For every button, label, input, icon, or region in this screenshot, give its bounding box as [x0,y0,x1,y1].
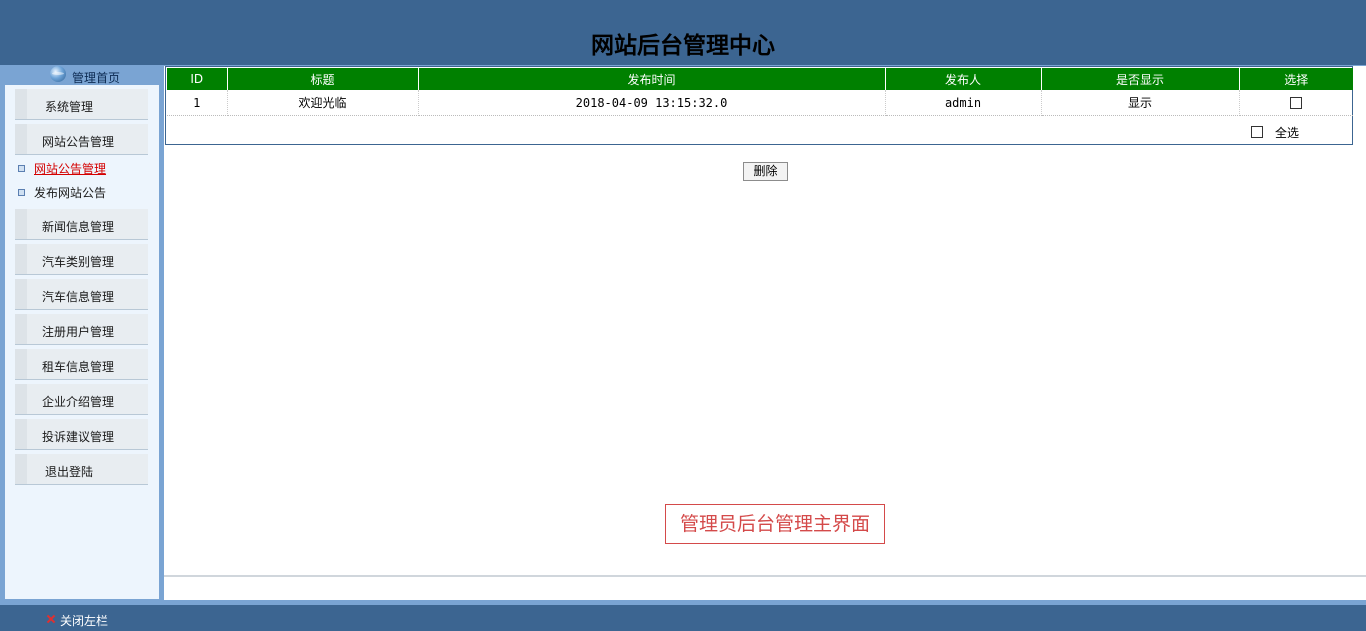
sidebar-home-link[interactable]: 管理首页 [0,65,164,85]
table-row: 1 欢迎光临 2018-04-09 13:15:32.0 admin 显示 [167,90,1353,116]
column-header-display: 是否显示 [1041,68,1240,90]
bullet-icon [18,189,25,196]
page-title: 网站后台管理中心 [591,33,775,59]
announcement-table-container: ID 标题 发布时间 发布人 是否显示 选择 1 欢迎光临 2018-04-09… [165,66,1353,145]
select-all: 全选 [1251,124,1299,141]
sidebar-item-label: 新闻信息管理 [42,220,115,234]
sidebar-item-label: 退出登陆 [45,465,94,479]
sidebar-item-label: 投诉建议管理 [42,430,115,444]
sidebar-item-car-categories[interactable]: 汽车类别管理 [15,244,148,275]
cell-display: 显示 [1041,90,1240,116]
cell-publisher: admin [885,90,1042,116]
sidebar-home-label: 管理首页 [72,71,121,85]
close-sidebar-link[interactable]: 关闭左栏 [60,612,108,629]
globe-icon [50,66,66,82]
cell-select [1239,90,1353,116]
sidebar-item-label: 注册用户管理 [42,325,115,339]
column-header-title: 标题 [227,68,419,90]
divider [164,575,1366,577]
subitem-publish-announcement[interactable]: 发布网站公告 [18,184,106,201]
select-all-label: 全选 [1275,126,1300,140]
sidebar-item-announcements[interactable]: 网站公告管理 [15,124,148,155]
main-content: ID 标题 发布时间 发布人 是否显示 选择 1 欢迎光临 2018-04-09… [164,65,1366,600]
column-header-time: 发布时间 [418,68,886,90]
sidebar-item-complaints[interactable]: 投诉建议管理 [15,419,148,450]
sidebar-item-news[interactable]: 新闻信息管理 [15,209,148,240]
subitem-label: 发布网站公告 [34,186,107,200]
column-header-select: 选择 [1239,68,1353,90]
footer-bar: 关闭左栏 [0,605,1366,631]
subitem-label: 网站公告管理 [34,162,107,176]
sidebar-item-car-info[interactable]: 汽车信息管理 [15,279,148,310]
header-bar: 网站后台管理中心 [0,0,1366,65]
column-header-id: ID [167,68,228,90]
sidebar-item-label: 租车信息管理 [42,360,115,374]
announcement-table: ID 标题 发布时间 发布人 是否显示 选择 1 欢迎光临 2018-04-09… [167,68,1353,116]
delete-button[interactable]: 删除 [743,162,788,181]
subitem-announcement-manage[interactable]: 网站公告管理 [18,160,106,177]
cell-title: 欢迎光临 [227,90,419,116]
column-header-publisher: 发布人 [885,68,1042,90]
admin-main-stamp: 管理员后台管理主界面 [665,504,885,544]
sidebar-item-label: 企业介绍管理 [42,395,115,409]
sidebar-item-label: 汽车类别管理 [42,255,115,269]
sidebar-item-rentals[interactable]: 租车信息管理 [15,349,148,380]
sidebar-item-label: 系统管理 [45,100,94,114]
bullet-icon [18,165,25,172]
cell-id: 1 [167,90,228,116]
table-header-row: ID 标题 发布时间 发布人 是否显示 选择 [167,68,1353,90]
close-icon[interactable] [47,615,55,623]
select-all-checkbox[interactable] [1251,125,1263,138]
cell-time: 2018-04-09 13:15:32.0 [418,90,886,116]
row-checkbox[interactable] [1290,97,1303,109]
sidebar-item-label: 汽车信息管理 [42,290,115,304]
sidebar-item-label: 网站公告管理 [42,135,115,149]
sidebar-item-logout[interactable]: 退出登陆 [15,454,148,485]
sidebar-item-company-intro[interactable]: 企业介绍管理 [15,384,148,415]
sidebar-menu-panel: 系统管理 网站公告管理 网站公告管理 发布网站公告 新闻信息管理 汽车类别管理 … [5,85,159,599]
sidebar-item-users[interactable]: 注册用户管理 [15,314,148,345]
sidebar-item-system[interactable]: 系统管理 [15,89,148,120]
sidebar: 管理首页 系统管理 网站公告管理 网站公告管理 发布网站公告 新闻信息管理 汽车… [0,65,164,600]
